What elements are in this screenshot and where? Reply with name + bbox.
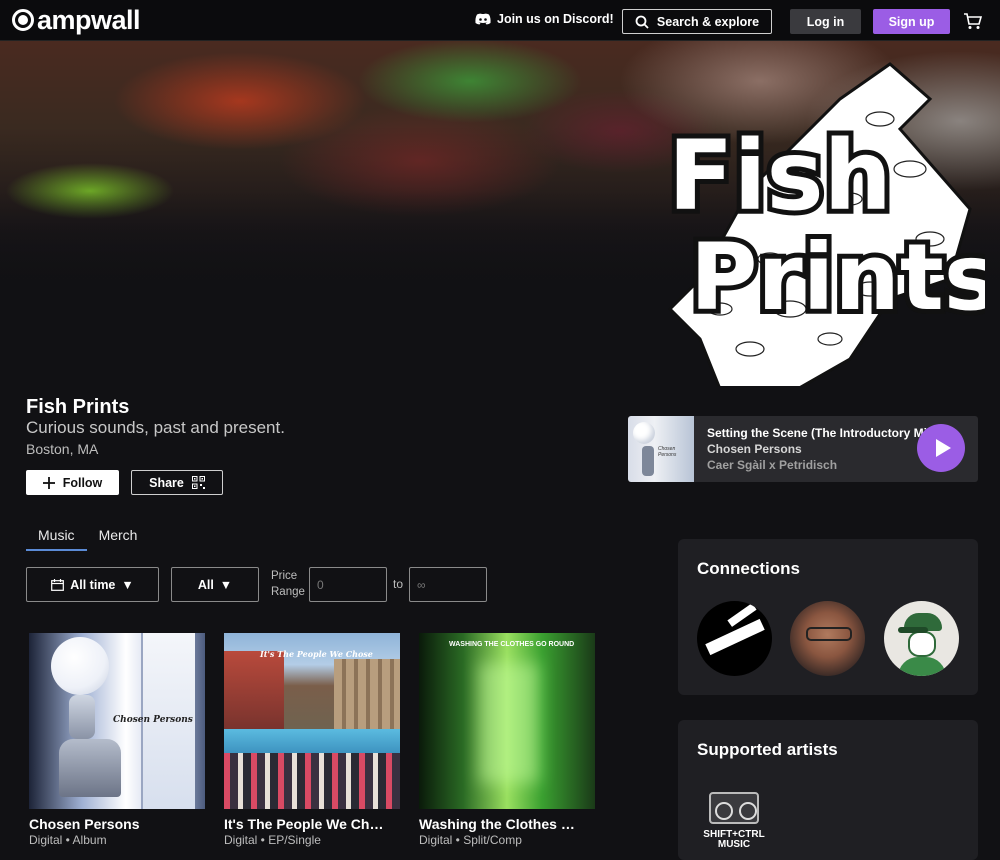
artist-banner: Fish Prints <box>0 41 1000 386</box>
type-filter-dropdown[interactable]: All ▼ <box>171 567 259 602</box>
connection-avatar[interactable] <box>790 601 865 676</box>
price-max-input[interactable] <box>409 567 487 602</box>
fish-prints-banner-logo: Fish Prints <box>663 62 985 386</box>
signup-button[interactable]: Sign up <box>873 9 950 34</box>
release-title[interactable]: It's The People We Cho… <box>224 816 384 832</box>
connection-avatar[interactable] <box>884 601 959 676</box>
logo-text: ampwall <box>37 5 141 35</box>
release-card[interactable]: It's The People We Chose It's The People… <box>224 633 400 847</box>
ampwall-logo[interactable]: ampwall <box>12 5 141 35</box>
connections-panel: Connections <box>678 539 978 695</box>
cart-icon[interactable] <box>963 12 982 30</box>
top-navbar: ampwall Join us on Discord! Search & exp… <box>0 0 1000 41</box>
supported-artists-title: Supported artists <box>697 740 838 759</box>
supported-artist-avatar[interactable]: SHIFT+CTRL MUSIC <box>697 786 772 856</box>
cover-text: Chosen Persons <box>113 715 193 725</box>
release-cover[interactable]: WASHING THE CLOTHES GO ROUND <box>419 633 595 809</box>
price-to-label: to <box>393 577 404 591</box>
tab-merch[interactable]: Merch <box>87 527 150 551</box>
cover-text: It's The People We Chose <box>260 649 373 659</box>
time-filter-label: All time <box>70 577 116 592</box>
type-filter-label: All <box>197 577 214 592</box>
release-title[interactable]: Chosen Persons <box>29 816 189 832</box>
login-button[interactable]: Log in <box>790 9 861 34</box>
player-album-art[interactable]: Chosen Persons <box>628 416 694 482</box>
release-meta: Digital • Split/Comp <box>419 833 522 847</box>
calendar-icon <box>51 578 65 591</box>
artist-tagline: Curious sounds, past and present. <box>26 418 285 437</box>
price-range-label: Price Range <box>271 570 305 598</box>
featured-track-player: Chosen Persons Setting the Scene (The In… <box>628 416 978 482</box>
supported-artists-panel: Supported artists SHIFT+CTRL MUSIC <box>678 720 978 860</box>
player-track-title[interactable]: Setting the Scene (The Introductory Mix) <box>707 426 938 440</box>
player-artist-name: Caer Sgàil x Petridisch <box>707 458 838 472</box>
tab-music[interactable]: Music <box>26 527 87 551</box>
search-icon <box>635 15 649 29</box>
search-label: Search & explore <box>656 14 760 29</box>
cover-text: WASHING THE CLOTHES GO ROUND <box>449 641 575 648</box>
qr-code-icon <box>191 476 205 489</box>
discord-icon <box>475 13 491 25</box>
release-cover[interactable]: Chosen Persons <box>29 633 205 809</box>
release-cover[interactable]: It's The People We Chose <box>224 633 400 809</box>
release-meta: Digital • EP/Single <box>224 833 321 847</box>
discord-label: Join us on Discord! <box>497 12 614 26</box>
share-button[interactable]: Share <box>131 470 223 495</box>
search-explore-button[interactable]: Search & explore <box>622 9 772 34</box>
connection-avatar[interactable] <box>697 601 772 676</box>
price-min-input[interactable] <box>309 567 387 602</box>
release-title[interactable]: Washing the Clothes Go… <box>419 816 579 832</box>
share-label: Share <box>149 475 184 490</box>
content-tabs: Music Merch <box>26 527 149 551</box>
supported-artist-logo-text: SHIFT+CTRL MUSIC <box>703 829 765 850</box>
banner-logo-line1: Fish <box>668 120 892 232</box>
player-art-text: Chosen Persons <box>658 446 677 458</box>
release-card[interactable]: WASHING THE CLOTHES GO ROUND Washing the… <box>419 633 595 847</box>
release-meta: Digital • Album <box>29 833 107 847</box>
follow-label: Follow <box>62 475 103 490</box>
boombox-icon <box>709 792 759 824</box>
follow-button[interactable]: Follow <box>26 470 119 495</box>
banner-logo-line2: Prints <box>690 224 985 331</box>
ampwall-logo-icon <box>12 9 34 31</box>
play-button[interactable] <box>917 424 965 472</box>
connections-title: Connections <box>697 559 800 578</box>
discord-link[interactable]: Join us on Discord! <box>475 12 614 26</box>
plus-icon <box>42 476 55 489</box>
player-album-name[interactable]: Chosen Persons <box>707 442 802 456</box>
artist-name: Fish Prints <box>26 396 130 418</box>
chevron-down-icon: ▼ <box>219 577 233 592</box>
time-filter-dropdown[interactable]: All time ▼ <box>26 567 159 602</box>
release-card[interactable]: Chosen Persons Chosen Persons Digital • … <box>29 633 205 847</box>
chevron-down-icon: ▼ <box>121 577 134 592</box>
artist-location: Boston, MA <box>26 441 99 457</box>
